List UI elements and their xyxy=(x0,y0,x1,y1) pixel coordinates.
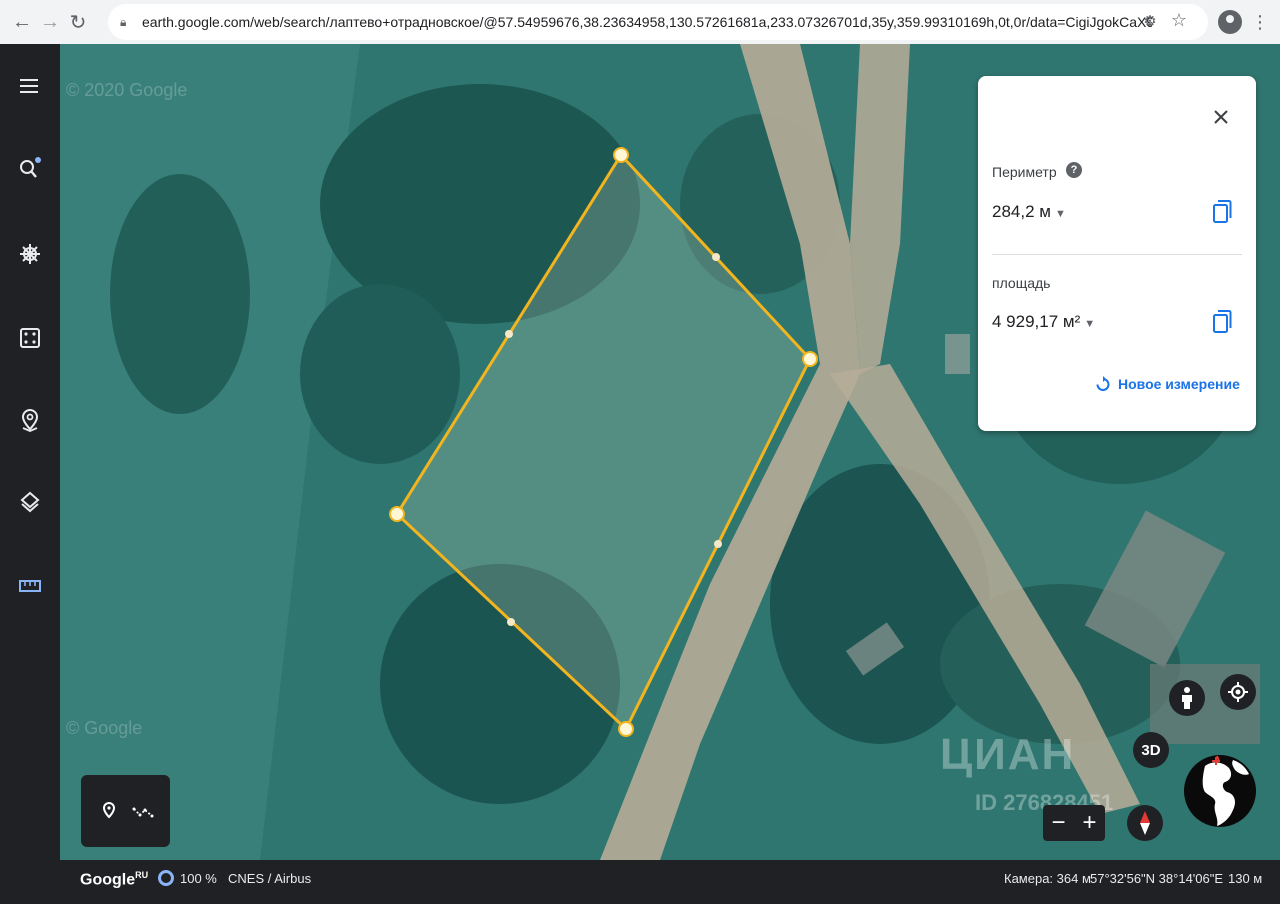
google-logo: GoogleRU xyxy=(80,870,148,889)
feeling-lucky-dice-icon[interactable] xyxy=(12,320,48,356)
google-watermark: © 2020 Google xyxy=(66,80,188,100)
path-line-icon[interactable] xyxy=(131,799,155,823)
close-icon[interactable] xyxy=(1208,104,1234,130)
browser-toolbar: ← → ↻ 🔒︎ earth.google.com/web/search/лап… xyxy=(0,0,1280,44)
browser-menu-icon[interactable]: ⋮ xyxy=(1250,10,1270,34)
back-arrow-icon[interactable]: ← xyxy=(8,8,36,36)
url-text[interactable]: earth.google.com/web/search/лаптево+отра… xyxy=(142,14,1152,30)
google-logo-text: Google xyxy=(80,871,136,889)
left-rail xyxy=(0,44,60,904)
panel-divider xyxy=(992,254,1242,255)
measurement-panel: Периметр ? 284,2 м ▼ площадь 4 929,17 м² ▼… xyxy=(978,76,1256,431)
toggle-3d-button[interactable]: 3D xyxy=(1133,732,1169,768)
lock-icon: 🔒︎ xyxy=(120,15,127,29)
map-style-layers-icon[interactable] xyxy=(12,484,48,520)
imagery-attribution[interactable]: CNES / Airbus xyxy=(228,871,311,886)
placemark-pin-icon[interactable] xyxy=(97,799,121,823)
forward-arrow-icon[interactable]: → xyxy=(36,8,64,36)
projects-pin-icon[interactable] xyxy=(12,402,48,438)
cian-watermark: ЦИАН xyxy=(940,730,1076,779)
measure-ruler-icon[interactable] xyxy=(12,568,48,604)
copy-area-icon[interactable] xyxy=(1212,309,1234,335)
caret-down-icon: ▼ xyxy=(1054,208,1066,220)
restart-icon xyxy=(1096,376,1110,391)
bottom-edge xyxy=(0,898,1280,904)
zoom-in-button[interactable]: + xyxy=(1076,805,1104,841)
profile-avatar-icon[interactable] xyxy=(1218,10,1242,34)
caret-down-icon: ▼ xyxy=(1084,318,1096,330)
pegman-street-view-icon[interactable] xyxy=(1169,680,1205,716)
voyager-wheel-icon[interactable] xyxy=(12,236,48,272)
reload-icon[interactable]: ↻ xyxy=(64,8,92,36)
google-logo-region: RU xyxy=(135,870,149,880)
perimeter-value-text: 284,2 м xyxy=(992,202,1051,221)
coordinates: 57°32'56"N 38°14'06"E xyxy=(1090,871,1224,886)
area-value-text: 4 929,17 м² xyxy=(992,312,1081,331)
area-value[interactable]: 4 929,17 м² ▼ xyxy=(992,312,1095,332)
menu-icon[interactable] xyxy=(12,68,48,104)
tools-box xyxy=(81,775,170,847)
perimeter-label: Периметр xyxy=(992,164,1057,180)
extension-icon[interactable]: ⚙︎ xyxy=(1140,12,1160,32)
scale-indicator: 130 м xyxy=(1228,871,1263,886)
compass-icon[interactable] xyxy=(1127,805,1163,841)
help-icon[interactable]: ? xyxy=(1066,162,1082,178)
load-percent: 100 % xyxy=(180,871,217,886)
zoom-control: − + xyxy=(1043,805,1105,841)
bookmark-star-icon[interactable]: ☆ xyxy=(1168,10,1190,32)
search-icon[interactable] xyxy=(12,150,48,186)
copy-perimeter-icon[interactable] xyxy=(1212,199,1234,225)
my-location-icon[interactable] xyxy=(1220,674,1256,710)
new-measurement-button[interactable]: Новое измерение xyxy=(1096,376,1240,392)
area-label: площадь xyxy=(992,275,1051,291)
globe-minimap-icon[interactable] xyxy=(1183,746,1257,840)
camera-altitude: Камера: 364 м xyxy=(1004,871,1091,886)
new-measurement-label: Новое измерение xyxy=(1118,376,1240,392)
zoom-out-button[interactable]: − xyxy=(1045,805,1073,841)
loading-ring-icon xyxy=(158,870,174,886)
address-bar[interactable]: 🔒︎ earth.google.com/web/search/лаптево+о… xyxy=(108,4,1208,40)
status-bar: GoogleRU 100 % CNES / Airbus Камера: 364… xyxy=(60,860,1280,898)
google-watermark-2: © Google xyxy=(66,718,143,738)
perimeter-value[interactable]: 284,2 м ▼ xyxy=(992,202,1066,222)
